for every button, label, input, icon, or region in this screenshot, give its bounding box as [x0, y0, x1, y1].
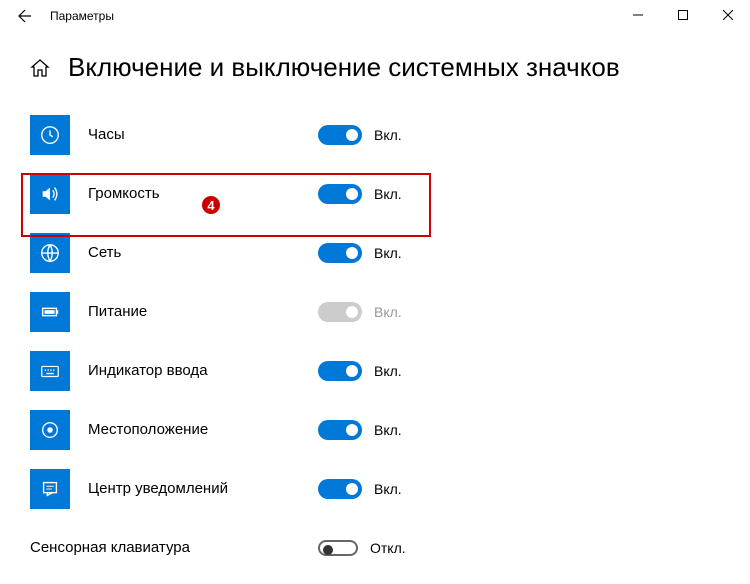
- toggle-area: Вкл.: [318, 479, 402, 499]
- toggle-power: [318, 302, 362, 322]
- page-header: Включение и выключение системных значков: [0, 32, 750, 105]
- window-title: Параметры: [50, 9, 114, 23]
- toggle-state-text: Откл.: [370, 540, 406, 556]
- clock-icon: [30, 115, 70, 155]
- toggle-area: Откл.: [318, 540, 406, 556]
- battery-icon: [30, 292, 70, 332]
- minimize-button[interactable]: [615, 0, 660, 30]
- setting-row-network: Сеть Вкл.: [30, 223, 720, 282]
- annotation-callout: 4: [200, 194, 222, 216]
- close-button[interactable]: [705, 0, 750, 30]
- toggle-area: Вкл.: [318, 125, 402, 145]
- maximize-icon: [678, 10, 688, 20]
- toggle-action-center[interactable]: [318, 479, 362, 499]
- arrow-left-icon: [17, 8, 33, 24]
- toggle-area: Вкл.: [318, 243, 402, 263]
- volume-icon: [30, 174, 70, 214]
- toggle-volume[interactable]: [318, 184, 362, 204]
- toggle-state-text: Вкл.: [374, 127, 402, 143]
- close-icon: [723, 10, 733, 20]
- settings-list: Часы Вкл. Громкость Вкл. Сеть Вкл. Питан…: [0, 105, 750, 577]
- setting-row-action-center: Центр уведомлений Вкл.: [30, 459, 720, 518]
- setting-row-volume: Громкость Вкл.: [30, 164, 720, 223]
- minimize-icon: [633, 10, 643, 20]
- setting-label: Местоположение: [88, 421, 318, 438]
- toggle-area: Вкл.: [318, 302, 402, 322]
- setting-label: Часы: [88, 126, 318, 143]
- setting-row-input-indicator: Индикатор ввода Вкл.: [30, 341, 720, 400]
- back-button[interactable]: [10, 1, 40, 31]
- home-icon[interactable]: [30, 58, 50, 78]
- page-title: Включение и выключение системных значков: [68, 52, 620, 83]
- toggle-area: Вкл.: [318, 420, 402, 440]
- globe-icon: [30, 233, 70, 273]
- maximize-button[interactable]: [660, 0, 705, 30]
- setting-row-clock: Часы Вкл.: [30, 105, 720, 164]
- toggle-state-text: Вкл.: [374, 481, 402, 497]
- setting-row-touch-keyboard: Сенсорная клавиатура Откл.: [30, 518, 720, 577]
- toggle-area: Вкл.: [318, 184, 402, 204]
- setting-label: Питание: [88, 303, 318, 320]
- setting-row-location: Местоположение Вкл.: [30, 400, 720, 459]
- setting-row-power: Питание Вкл.: [30, 282, 720, 341]
- toggle-touch-keyboard[interactable]: [318, 540, 358, 556]
- toggle-clock[interactable]: [318, 125, 362, 145]
- toggle-state-text: Вкл.: [374, 186, 402, 202]
- setting-label: Сеть: [88, 244, 318, 261]
- window-controls: [615, 0, 750, 30]
- toggle-location[interactable]: [318, 420, 362, 440]
- toggle-state-text: Вкл.: [374, 245, 402, 261]
- setting-label: Центр уведомлений: [88, 480, 318, 497]
- setting-label: Сенсорная клавиатура: [30, 539, 318, 556]
- toggle-area: Вкл.: [318, 361, 402, 381]
- action-center-icon: [30, 469, 70, 509]
- toggle-state-text: Вкл.: [374, 304, 402, 320]
- setting-label: Индикатор ввода: [88, 362, 318, 379]
- keyboard-icon: [30, 351, 70, 391]
- toggle-network[interactable]: [318, 243, 362, 263]
- titlebar: Параметры: [0, 0, 750, 32]
- location-icon: [30, 410, 70, 450]
- toggle-input-indicator[interactable]: [318, 361, 362, 381]
- toggle-state-text: Вкл.: [374, 363, 402, 379]
- toggle-state-text: Вкл.: [374, 422, 402, 438]
